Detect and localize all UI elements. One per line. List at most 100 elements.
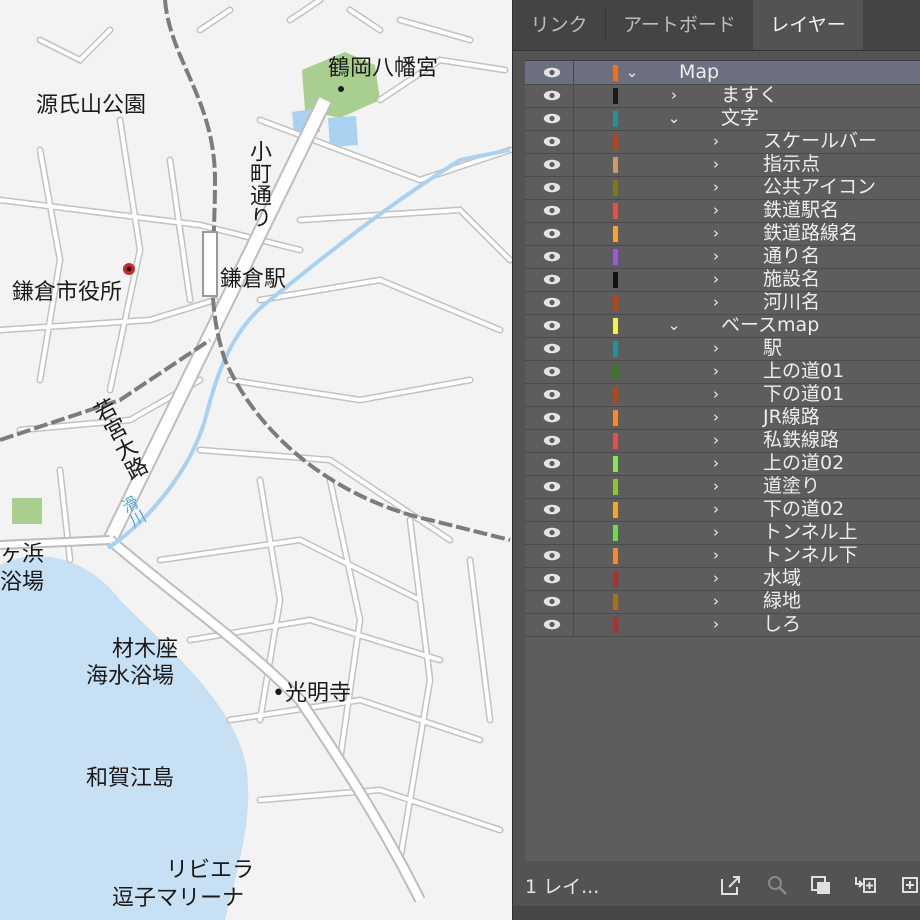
lock-column[interactable] bbox=[573, 383, 574, 406]
eye-icon[interactable] bbox=[543, 67, 561, 78]
lock-column[interactable] bbox=[573, 360, 574, 383]
layer-name[interactable]: 文字 bbox=[721, 107, 759, 130]
tab-artboards[interactable]: アートボード bbox=[606, 0, 753, 50]
eye-icon[interactable] bbox=[543, 504, 561, 515]
layer-row[interactable]: › 鉄道路線名 bbox=[525, 222, 920, 246]
chevron-right-icon[interactable]: › bbox=[709, 613, 723, 636]
chevron-right-icon[interactable]: › bbox=[709, 337, 723, 360]
lock-column[interactable] bbox=[573, 245, 574, 268]
new-sublayer-icon[interactable] bbox=[853, 874, 877, 896]
eye-icon[interactable] bbox=[543, 412, 561, 423]
chevron-right-icon[interactable]: › bbox=[709, 130, 723, 153]
tab-links[interactable]: リンク bbox=[513, 0, 605, 50]
chevron-right-icon[interactable]: › bbox=[709, 291, 723, 314]
layer-name[interactable]: 指示点 bbox=[763, 153, 820, 176]
chevron-right-icon[interactable]: › bbox=[709, 153, 723, 176]
lock-column[interactable] bbox=[573, 475, 574, 498]
lock-column[interactable] bbox=[573, 199, 574, 222]
layer-name[interactable]: 下の道02 bbox=[763, 498, 844, 521]
layer-row[interactable]: › 上の道02 bbox=[525, 452, 920, 476]
eye-icon[interactable] bbox=[543, 596, 561, 607]
map-canvas[interactable]: 鶴岡八幡宮 源氏山公園 小町通り 鎌倉駅 鎌倉市役所 若宮大路 滑川 ヶ浜 浴場… bbox=[0, 0, 515, 920]
layer-name[interactable]: 通り名 bbox=[763, 245, 820, 268]
layer-row[interactable]: › ますく bbox=[525, 84, 920, 108]
lock-column[interactable] bbox=[573, 590, 574, 613]
layer-row[interactable]: › JR線路 bbox=[525, 406, 920, 430]
chevron-right-icon[interactable]: › bbox=[709, 567, 723, 590]
eye-icon[interactable] bbox=[543, 182, 561, 193]
search-icon[interactable] bbox=[765, 874, 789, 896]
layer-row[interactable]: › 緑地 bbox=[525, 590, 920, 614]
lock-column[interactable] bbox=[573, 268, 574, 291]
chevron-right-icon[interactable]: › bbox=[709, 406, 723, 429]
layer-name[interactable]: トンネル下 bbox=[763, 544, 858, 567]
eye-icon[interactable] bbox=[543, 90, 561, 101]
eye-icon[interactable] bbox=[543, 366, 561, 377]
eye-icon[interactable] bbox=[543, 481, 561, 492]
chevron-right-icon[interactable]: › bbox=[709, 199, 723, 222]
layer-name[interactable]: ますく bbox=[721, 84, 778, 107]
lock-column[interactable] bbox=[573, 567, 574, 590]
layer-row[interactable]: › トンネル上 bbox=[525, 521, 920, 545]
layer-name[interactable]: 私鉄線路 bbox=[763, 429, 839, 452]
chevron-right-icon[interactable]: › bbox=[709, 222, 723, 245]
layer-row[interactable]: › 駅 bbox=[525, 337, 920, 361]
layer-name[interactable]: 鉄道路線名 bbox=[763, 222, 858, 245]
layer-name[interactable]: スケールバー bbox=[763, 130, 877, 153]
eye-icon[interactable] bbox=[543, 550, 561, 561]
layer-row[interactable]: ⌄ 文字 bbox=[525, 107, 920, 131]
eye-icon[interactable] bbox=[543, 389, 561, 400]
eye-icon[interactable] bbox=[543, 297, 561, 308]
eye-icon[interactable] bbox=[543, 435, 561, 446]
chevron-right-icon[interactable]: › bbox=[709, 383, 723, 406]
lock-column[interactable] bbox=[573, 613, 574, 636]
layer-row[interactable]: › 私鉄線路 bbox=[525, 429, 920, 453]
chevron-right-icon[interactable]: › bbox=[709, 268, 723, 291]
lock-column[interactable] bbox=[573, 544, 574, 567]
lock-column[interactable] bbox=[573, 429, 574, 452]
layer-name[interactable]: 水域 bbox=[763, 567, 801, 590]
clip-mask-icon[interactable] bbox=[809, 874, 833, 896]
eye-icon[interactable] bbox=[543, 458, 561, 469]
eye-icon[interactable] bbox=[543, 320, 561, 331]
layer-row[interactable]: › 通り名 bbox=[525, 245, 920, 269]
chevron-right-icon[interactable]: › bbox=[709, 498, 723, 521]
lock-column[interactable] bbox=[573, 222, 574, 245]
chevron-right-icon[interactable]: › bbox=[709, 245, 723, 268]
layer-name[interactable]: JR線路 bbox=[763, 406, 820, 429]
lock-column[interactable] bbox=[573, 452, 574, 475]
lock-column[interactable] bbox=[573, 130, 574, 153]
eye-icon[interactable] bbox=[543, 343, 561, 354]
lock-column[interactable] bbox=[573, 153, 574, 176]
layer-name[interactable]: トンネル上 bbox=[763, 521, 858, 544]
layer-row[interactable]: › 下の道01 bbox=[525, 383, 920, 407]
layer-name[interactable]: 道塗り bbox=[763, 475, 820, 498]
lock-column[interactable] bbox=[573, 337, 574, 360]
layer-row[interactable]: › 河川名 bbox=[525, 291, 920, 315]
lock-column[interactable] bbox=[573, 61, 574, 84]
lock-column[interactable] bbox=[573, 498, 574, 521]
layer-row[interactable]: › トンネル下 bbox=[525, 544, 920, 568]
export-icon[interactable] bbox=[719, 874, 743, 896]
layer-row[interactable]: › 施設名 bbox=[525, 268, 920, 292]
layer-name[interactable]: 鉄道駅名 bbox=[763, 199, 839, 222]
eye-icon[interactable] bbox=[543, 159, 561, 170]
layer-row[interactable]: › しろ bbox=[525, 613, 920, 637]
lock-column[interactable] bbox=[573, 406, 574, 429]
chevron-right-icon[interactable]: › bbox=[709, 360, 723, 383]
eye-icon[interactable] bbox=[543, 136, 561, 147]
chevron-down-icon[interactable]: ⌄ bbox=[625, 61, 639, 84]
layer-name[interactable]: 施設名 bbox=[763, 268, 820, 291]
eye-icon[interactable] bbox=[543, 573, 561, 584]
lock-column[interactable] bbox=[573, 314, 574, 337]
eye-icon[interactable] bbox=[543, 205, 561, 216]
panel-scrollbar[interactable] bbox=[513, 906, 920, 920]
layer-name[interactable]: Map bbox=[679, 61, 719, 84]
layer-row[interactable]: › 道塗り bbox=[525, 475, 920, 499]
eye-icon[interactable] bbox=[543, 527, 561, 538]
layer-row[interactable]: › 水域 bbox=[525, 567, 920, 591]
layer-row[interactable]: ⌄ ベースmap bbox=[525, 314, 920, 338]
lock-column[interactable] bbox=[573, 107, 574, 130]
chevron-right-icon[interactable]: › bbox=[667, 84, 681, 107]
eye-icon[interactable] bbox=[543, 251, 561, 262]
